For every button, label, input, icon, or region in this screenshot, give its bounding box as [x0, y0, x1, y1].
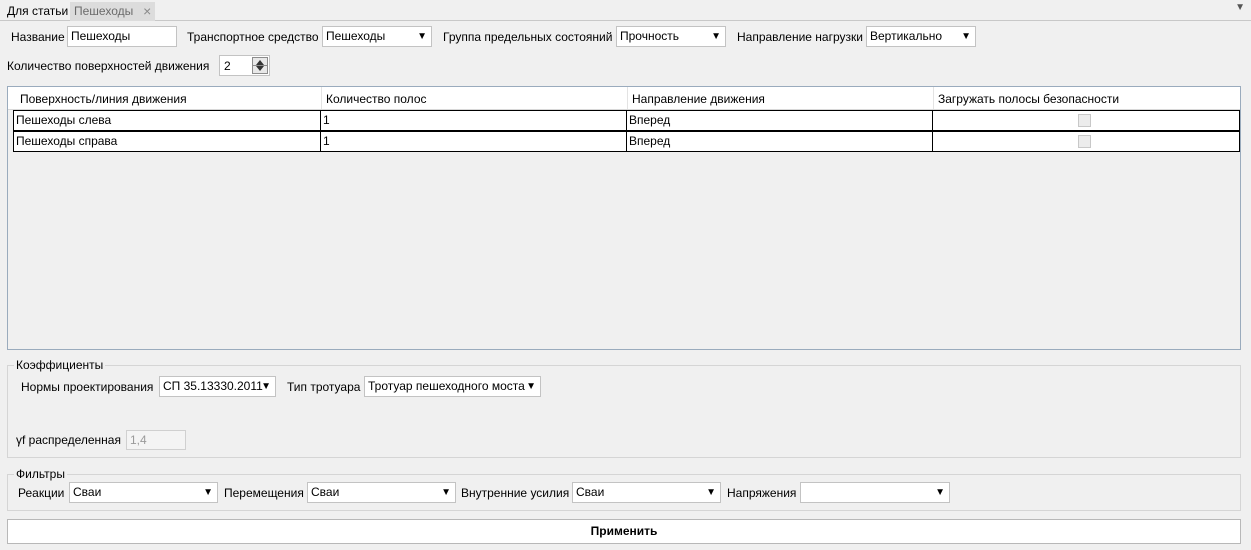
limit-group-select[interactable]: Прочность ▼	[616, 26, 726, 47]
distributed-factor-label: γf распределенная	[16, 433, 121, 447]
chevron-down-icon: ▼	[261, 381, 271, 392]
lanes-grid[interactable]: Поверхность/линия движения Количество по…	[7, 86, 1241, 350]
sidewalk-type-select[interactable]: Тротуар пешеходного моста ▼	[364, 376, 541, 397]
norms-value: СП 35.13330.2011	[163, 379, 263, 393]
chevron-down-icon: ▼	[417, 31, 427, 42]
cell-lanes[interactable]: 1	[321, 132, 627, 151]
filters-title: Фильтры	[14, 467, 67, 481]
cell-surface[interactable]: Пешеходы справа	[14, 132, 321, 151]
surfaces-count-label: Количество поверхностей движения	[7, 59, 210, 73]
safety-checkbox[interactable]	[1078, 135, 1091, 148]
column-header-direction[interactable]: Направление движения	[628, 87, 934, 109]
column-header-lanes[interactable]: Количество полос	[322, 87, 628, 109]
distributed-factor-input: 1,4	[126, 430, 186, 450]
chevron-down-icon: ▼	[961, 31, 971, 42]
close-icon[interactable]: ×	[143, 2, 151, 20]
load-direction-value: Вертикально	[870, 29, 943, 43]
reactions-value: Сваи	[73, 485, 102, 499]
chevron-down-icon: ▼	[526, 381, 536, 392]
vehicle-select[interactable]: Пешеходы ▼	[322, 26, 432, 47]
vehicle-label: Транспортное средство	[187, 30, 319, 44]
chevron-down-icon: ▼	[935, 487, 945, 498]
cell-direction[interactable]: Вперед	[627, 111, 933, 130]
cell-lanes[interactable]: 1	[321, 111, 627, 130]
load-direction-label: Направление нагрузки	[737, 30, 863, 44]
norms-label: Нормы проектирования	[21, 380, 154, 394]
column-header-safety[interactable]: Загружать полосы безопасности	[934, 87, 1240, 109]
displacements-label: Перемещения	[224, 486, 304, 500]
limit-group-value: Прочность	[620, 29, 680, 43]
cell-safety[interactable]	[933, 111, 1239, 130]
vehicle-value: Пешеходы	[326, 29, 386, 43]
sidewalk-type-value: Тротуар пешеходного моста	[368, 379, 525, 393]
sidewalk-type-label: Тип тротуара	[287, 380, 361, 394]
stresses-select[interactable]: ▼	[800, 482, 950, 503]
tab-for-article[interactable]: Для статьи	[3, 2, 72, 21]
reactions-select[interactable]: Сваи ▼	[69, 482, 218, 503]
limit-group-label: Группа предельных состояний	[443, 30, 613, 44]
coefficients-title: Коэффициенты	[14, 358, 106, 372]
stepper-buttons[interactable]	[252, 57, 268, 74]
surfaces-count-stepper[interactable]: 2	[219, 55, 270, 76]
cell-direction[interactable]: Вперед	[627, 132, 933, 151]
chevron-down-icon: ▼	[711, 31, 721, 42]
arrow-down-icon[interactable]	[256, 66, 264, 71]
apply-button[interactable]: Применить	[7, 519, 1241, 544]
cell-surface[interactable]: Пешеходы слева	[14, 111, 321, 130]
tab-label: Пешеходы	[74, 4, 134, 18]
table-row[interactable]: Пешеходы справа 1 Вперед	[13, 131, 1240, 152]
internal-forces-value: Сваи	[576, 485, 605, 499]
safety-checkbox[interactable]	[1078, 114, 1091, 127]
chevron-down-icon: ▼	[203, 487, 213, 498]
surfaces-count-value: 2	[224, 59, 231, 73]
displacements-select[interactable]: Сваи ▼	[307, 482, 456, 503]
table-row[interactable]: Пешеходы слева 1 Вперед	[13, 110, 1240, 131]
grid-header: Поверхность/линия движения Количество по…	[8, 87, 1240, 110]
load-direction-select[interactable]: Вертикально ▼	[866, 26, 976, 47]
name-label: Название	[11, 30, 65, 44]
internal-forces-label: Внутренние усилия	[461, 486, 570, 500]
displacements-value: Сваи	[311, 485, 340, 499]
reactions-label: Реакции	[18, 486, 65, 500]
cell-safety[interactable]	[933, 132, 1239, 151]
name-input[interactable]: Пешеходы	[67, 26, 177, 47]
tab-bar: Для статьи Пешеходы × ▼	[0, 0, 1251, 21]
stresses-label: Напряжения	[727, 486, 797, 500]
internal-forces-select[interactable]: Сваи ▼	[572, 482, 721, 503]
tab-menu-icon[interactable]: ▼	[1235, 2, 1245, 13]
chevron-down-icon: ▼	[441, 487, 451, 498]
column-header-surface[interactable]: Поверхность/линия движения	[16, 87, 322, 109]
tab-pedestrians[interactable]: Пешеходы ×	[70, 2, 156, 21]
norms-select[interactable]: СП 35.13330.2011 ▼	[159, 376, 276, 397]
chevron-down-icon: ▼	[706, 487, 716, 498]
